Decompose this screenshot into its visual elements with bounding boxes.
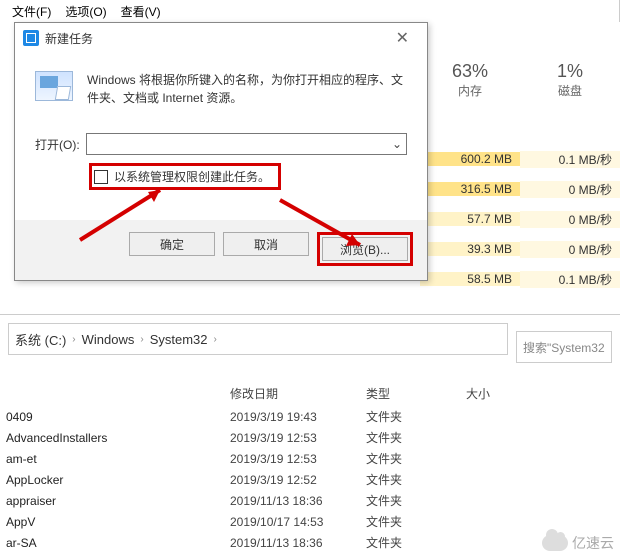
- cloud-icon: [542, 535, 568, 551]
- taskmgr-rows: 600.2 MB0.1 MB/秒316.5 MB0 MB/秒57.7 MB0 M…: [420, 144, 620, 294]
- memory-cell: 57.7 MB: [420, 212, 520, 226]
- file-type: 文件夹: [366, 450, 466, 467]
- dialog-titlebar: 新建任务 ✕: [15, 23, 427, 53]
- disk-percent: 1%: [520, 61, 620, 82]
- memory-label: 内存: [420, 82, 520, 99]
- open-label: 打开(O):: [35, 136, 80, 153]
- ok-button[interactable]: 确定: [129, 232, 215, 256]
- file-type: 文件夹: [366, 534, 466, 551]
- file-date: 2019/11/13 18:36: [230, 494, 366, 508]
- list-item[interactable]: AdvancedInstallers2019/3/19 12:53文件夹: [4, 427, 620, 448]
- col-date[interactable]: 修改日期: [230, 385, 366, 402]
- file-date: 2019/3/19 12:53: [230, 431, 366, 445]
- disk-cell: 0 MB/秒: [520, 241, 620, 258]
- admin-checkbox-highlight: 以系统管理权限创建此任务。: [89, 163, 281, 190]
- file-name: AdvancedInstallers: [6, 431, 230, 445]
- chevron-right-icon: ›: [72, 334, 75, 345]
- run-icon: [23, 30, 39, 46]
- open-input[interactable]: [87, 134, 388, 154]
- admin-checkbox[interactable]: [94, 170, 108, 184]
- list-item[interactable]: am-et2019/3/19 12:53文件夹: [4, 448, 620, 469]
- taskmgr-header: 63% 内存 1% 磁盘: [420, 55, 620, 105]
- list-item[interactable]: AppLocker2019/3/19 12:52文件夹: [4, 469, 620, 490]
- run-dialog: 新建任务 ✕ Windows 将根据你所键入的名称，为你打开相应的程序、文件夹、…: [14, 22, 428, 281]
- watermark: 亿速云: [542, 533, 614, 553]
- file-type: 文件夹: [366, 429, 466, 446]
- col-size[interactable]: 大小: [466, 385, 546, 402]
- list-item[interactable]: 04092019/3/19 19:43文件夹: [4, 406, 620, 427]
- search-input[interactable]: 搜索"System32: [516, 331, 612, 363]
- file-name: ar-SA: [6, 536, 230, 550]
- list-item[interactable]: appraiser2019/11/13 18:36文件夹: [4, 490, 620, 511]
- column-headers: 修改日期 类型 大小: [230, 385, 620, 402]
- open-combobox[interactable]: ⌄: [86, 133, 407, 155]
- file-date: 2019/3/19 12:52: [230, 473, 366, 487]
- file-date: 2019/11/13 18:36: [230, 536, 366, 550]
- browse-button-highlight: 浏览(B)...: [317, 232, 413, 266]
- table-row[interactable]: 58.5 MB0.1 MB/秒: [420, 264, 620, 294]
- cancel-button[interactable]: 取消: [223, 232, 309, 256]
- file-name: AppV: [6, 515, 230, 529]
- menu-file[interactable]: 文件(F): [6, 1, 57, 22]
- memory-cell: 39.3 MB: [420, 242, 520, 256]
- disk-label: 磁盘: [520, 82, 620, 99]
- file-type: 文件夹: [366, 513, 466, 530]
- file-date: 2019/10/17 14:53: [230, 515, 366, 529]
- dialog-title: 新建任务: [45, 30, 93, 47]
- chevron-down-icon[interactable]: ⌄: [388, 137, 406, 151]
- close-icon[interactable]: ✕: [386, 24, 419, 52]
- file-name: appraiser: [6, 494, 230, 508]
- menu-bar: 文件(F) 选项(O) 查看(V): [0, 0, 620, 22]
- run-large-icon: [35, 71, 73, 101]
- chevron-right-icon: ›: [140, 334, 143, 345]
- memory-percent: 63%: [420, 61, 520, 82]
- file-date: 2019/3/19 19:43: [230, 410, 366, 424]
- file-list: 04092019/3/19 19:43文件夹AdvancedInstallers…: [4, 406, 620, 553]
- breadcrumb-item[interactable]: System32: [150, 332, 208, 347]
- disk-cell: 0.1 MB/秒: [520, 271, 620, 288]
- table-row[interactable]: 39.3 MB0 MB/秒: [420, 234, 620, 264]
- memory-cell: 316.5 MB: [420, 182, 520, 196]
- breadcrumb-item[interactable]: Windows: [82, 332, 135, 347]
- breadcrumb[interactable]: 系统 (C:) › Windows › System32 ›: [8, 323, 508, 355]
- file-explorer: 系统 (C:) › Windows › System32 › 搜索"System…: [0, 314, 620, 559]
- breadcrumb-item[interactable]: 系统 (C:): [15, 330, 66, 349]
- file-name: am-et: [6, 452, 230, 466]
- browse-button[interactable]: 浏览(B)...: [322, 237, 408, 261]
- file-date: 2019/3/19 12:53: [230, 452, 366, 466]
- menu-options[interactable]: 选项(O): [59, 1, 112, 22]
- table-row[interactable]: 316.5 MB0 MB/秒: [420, 174, 620, 204]
- disk-cell: 0 MB/秒: [520, 211, 620, 228]
- list-item[interactable]: AppV2019/10/17 14:53文件夹: [4, 511, 620, 532]
- list-item[interactable]: ar-SA2019/11/13 18:36文件夹: [4, 532, 620, 553]
- menu-view[interactable]: 查看(V): [115, 1, 167, 22]
- file-type: 文件夹: [366, 471, 466, 488]
- file-name: 0409: [6, 410, 230, 424]
- file-type: 文件夹: [366, 492, 466, 509]
- memory-cell: 58.5 MB: [420, 272, 520, 286]
- memory-cell: 600.2 MB: [420, 152, 520, 166]
- admin-checkbox-label: 以系统管理权限创建此任务。: [114, 168, 270, 185]
- table-row[interactable]: 600.2 MB0.1 MB/秒: [420, 144, 620, 174]
- file-type: 文件夹: [366, 408, 466, 425]
- col-type[interactable]: 类型: [366, 385, 466, 402]
- chevron-right-icon: ›: [214, 334, 217, 345]
- table-row[interactable]: 57.7 MB0 MB/秒: [420, 204, 620, 234]
- file-name: AppLocker: [6, 473, 230, 487]
- disk-cell: 0.1 MB/秒: [520, 151, 620, 168]
- disk-cell: 0 MB/秒: [520, 181, 620, 198]
- dialog-description: Windows 将根据你所键入的名称，为你打开相应的程序、文件夹、文档或 Int…: [87, 71, 407, 107]
